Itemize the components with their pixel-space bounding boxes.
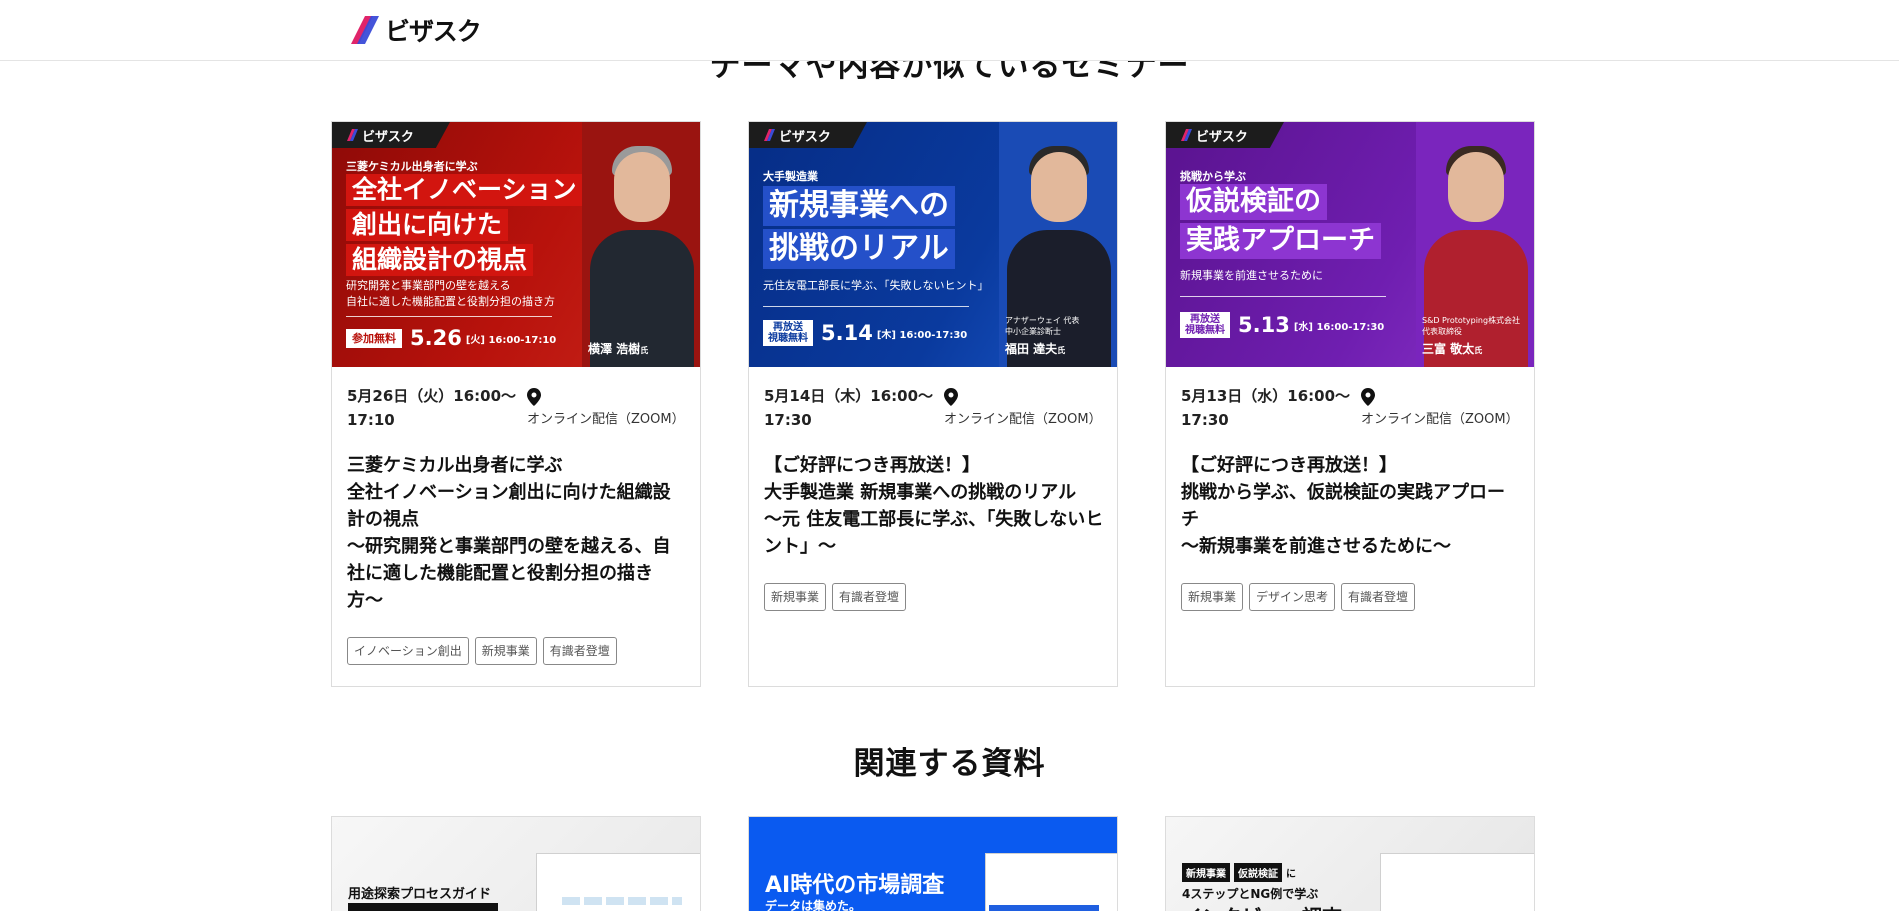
speaker-name: 三富 敬太氏 [1422, 342, 1483, 356]
banner-kicker: 挑戦から学ぶ [1180, 170, 1246, 183]
banner-divider [1180, 296, 1386, 297]
doc-card[interactable]: 用途探索プロセスガイド [331, 816, 701, 911]
site-header: ビザスク [0, 0, 1899, 61]
seminar-title[interactable]: 【ご好評につき再放送！】 大手製造業 新規事業への挑戦のリアル 〜元 住友電工部… [764, 452, 1104, 560]
speaker-photo: アナザーウェイ 代表 中小企業診断士 福田 達夫氏 [999, 122, 1117, 367]
seminar-place: オンライン配信（ZOOM） [527, 412, 685, 427]
seminar-banner[interactable]: ビザスク 大手製造業 新規事業への 挑戦のリアル 元住友電工部長に学ぶ、「失敗し… [749, 122, 1117, 367]
banner-date: 再放送 視聴無料 5.13 [水] 16:00-17:30 [1180, 312, 1384, 338]
seminar-tags: イノベーション創出 新規事業 有識者登壇 [347, 637, 617, 665]
seminar-date: 5月26日（火）16:00〜17:10 [347, 387, 517, 429]
banner-kicker: 大手製造業 [763, 170, 818, 183]
seminar-date: 5月13日（水）16:00〜17:30 [1181, 387, 1351, 429]
location-pin-icon [944, 388, 958, 406]
seminar-card[interactable]: ビザスク 挑戦から学ぶ 仮説検証の 実践アプローチ 新規事業を前進させるために … [1165, 121, 1535, 687]
banner-headline: 新規事業への 挑戦のリアル [763, 186, 955, 272]
seminar-meta: 5月14日（木）16:00〜17:30 オンライン配信（ZOOM） [764, 384, 1104, 434]
seminar-title[interactable]: 【ご好評につき再放送！】 挑戦から学ぶ、仮説検証の実践アプローチ 〜新規事業を前… [1181, 452, 1521, 560]
tag[interactable]: 新規事業 [474, 637, 537, 665]
seminar-place: オンライン配信（ZOOM） [1361, 412, 1519, 427]
logo-text: ビザスク [385, 17, 482, 46]
tag[interactable]: デザイン思考 [1249, 583, 1336, 611]
related-docs-heading: 関連する資料 [853, 746, 1046, 782]
banner-badge: ビザスク [1166, 122, 1284, 148]
banner-badge: ビザスク [749, 122, 867, 148]
seminar-meta: 5月26日（火）16:00〜17:10 オンライン配信（ZOOM） [347, 384, 687, 434]
speaker-name: 福田 達夫氏 [1005, 342, 1066, 356]
seminar-tags: 新規事業 デザイン思考 有識者登壇 [1181, 583, 1416, 611]
logo-slash-icon [1181, 129, 1192, 141]
tag[interactable]: イノベーション創出 [347, 637, 469, 665]
banner-divider [763, 306, 969, 307]
location-pin-icon [1361, 388, 1375, 406]
site-logo[interactable]: ビザスク [349, 14, 482, 46]
doc-title: 4ステップとNG例で学ぶ [1182, 887, 1319, 901]
banner-date: 再放送 視聴無料 5.14 [木] 16:00-17:30 [763, 320, 967, 346]
banner-divider [346, 316, 552, 317]
seminar-tags: 新規事業 有識者登壇 [764, 583, 907, 611]
speaker-photo: S&D Prototyping株式会社 代表取締役 三富 敬太氏 [1416, 122, 1534, 367]
tag[interactable]: 有識者登壇 [832, 583, 907, 611]
seminar-card[interactable]: ビザスク 三菱ケミカル出身者に学ぶ 全社イノベーション 創出に向けた 組織設計の… [331, 121, 701, 687]
banner-badge: ビザスク [332, 122, 450, 148]
logo-slash-icon [347, 129, 358, 141]
seminar-title[interactable]: 三菱ケミカル出身者に学ぶ 全社イノベーション創出に向けた組織設計の視点 〜研究開… [347, 452, 687, 614]
banner-subtitle: 研究開発と事業部門の壁を越える 自社に適した機能配置と役割分担の描き方 [346, 279, 555, 308]
seminar-banner[interactable]: ビザスク 三菱ケミカル出身者に学ぶ 全社イノベーション 創出に向けた 組織設計の… [332, 122, 700, 367]
seminar-meta: 5月13日（水）16:00〜17:30 オンライン配信（ZOOM） [1181, 384, 1521, 434]
seminar-place: オンライン配信（ZOOM） [944, 412, 1102, 427]
doc-preview [985, 853, 1117, 911]
tag[interactable]: 新規事業 [764, 583, 827, 611]
logo-slash-icon [764, 129, 775, 141]
seminar-date: 5月14日（木）16:00〜17:30 [764, 387, 934, 429]
banner-headline: 仮説検証の 実践アプローチ [1180, 184, 1381, 262]
banner-kicker: 三菱ケミカル出身者に学ぶ [346, 160, 478, 173]
banner-headline: 全社イノベーション 創出に向けた 組織設計の視点 [346, 174, 583, 279]
tag[interactable]: 有識者登壇 [1341, 583, 1416, 611]
doc-preview [1380, 853, 1534, 911]
banner-date: 参加無料 5.26 [火] 16:00-17:10 [346, 326, 556, 350]
tag[interactable]: 有識者登壇 [542, 637, 617, 665]
speaker-photo: 横澤 浩樹氏 [582, 122, 700, 367]
banner-subtitle: 元住友電工部長に学ぶ、「失敗しないヒント」 [763, 279, 989, 292]
tag[interactable]: 新規事業 [1181, 583, 1244, 611]
doc-card[interactable]: 新規事業 仮説検証 に 4ステップとNG例で学ぶ インタビュー調査 [1165, 816, 1535, 911]
banner-subtitle: 新規事業を前進させるために [1180, 269, 1323, 282]
seminar-banner[interactable]: ビザスク 挑戦から学ぶ 仮説検証の 実践アプローチ 新規事業を前進させるために … [1166, 122, 1534, 367]
location-pin-icon [527, 388, 541, 406]
doc-title: AI時代の市場調査 [765, 873, 945, 898]
logo-slash-icon [349, 16, 379, 44]
doc-title: 用途探索プロセスガイド [348, 887, 492, 902]
doc-card[interactable]: AI時代の市場調査 データは集めた。 [748, 816, 1118, 911]
speaker-name: 横澤 浩樹氏 [588, 342, 649, 356]
seminar-card[interactable]: ビザスク 大手製造業 新規事業への 挑戦のリアル 元住友電工部長に学ぶ、「失敗し… [748, 121, 1118, 687]
